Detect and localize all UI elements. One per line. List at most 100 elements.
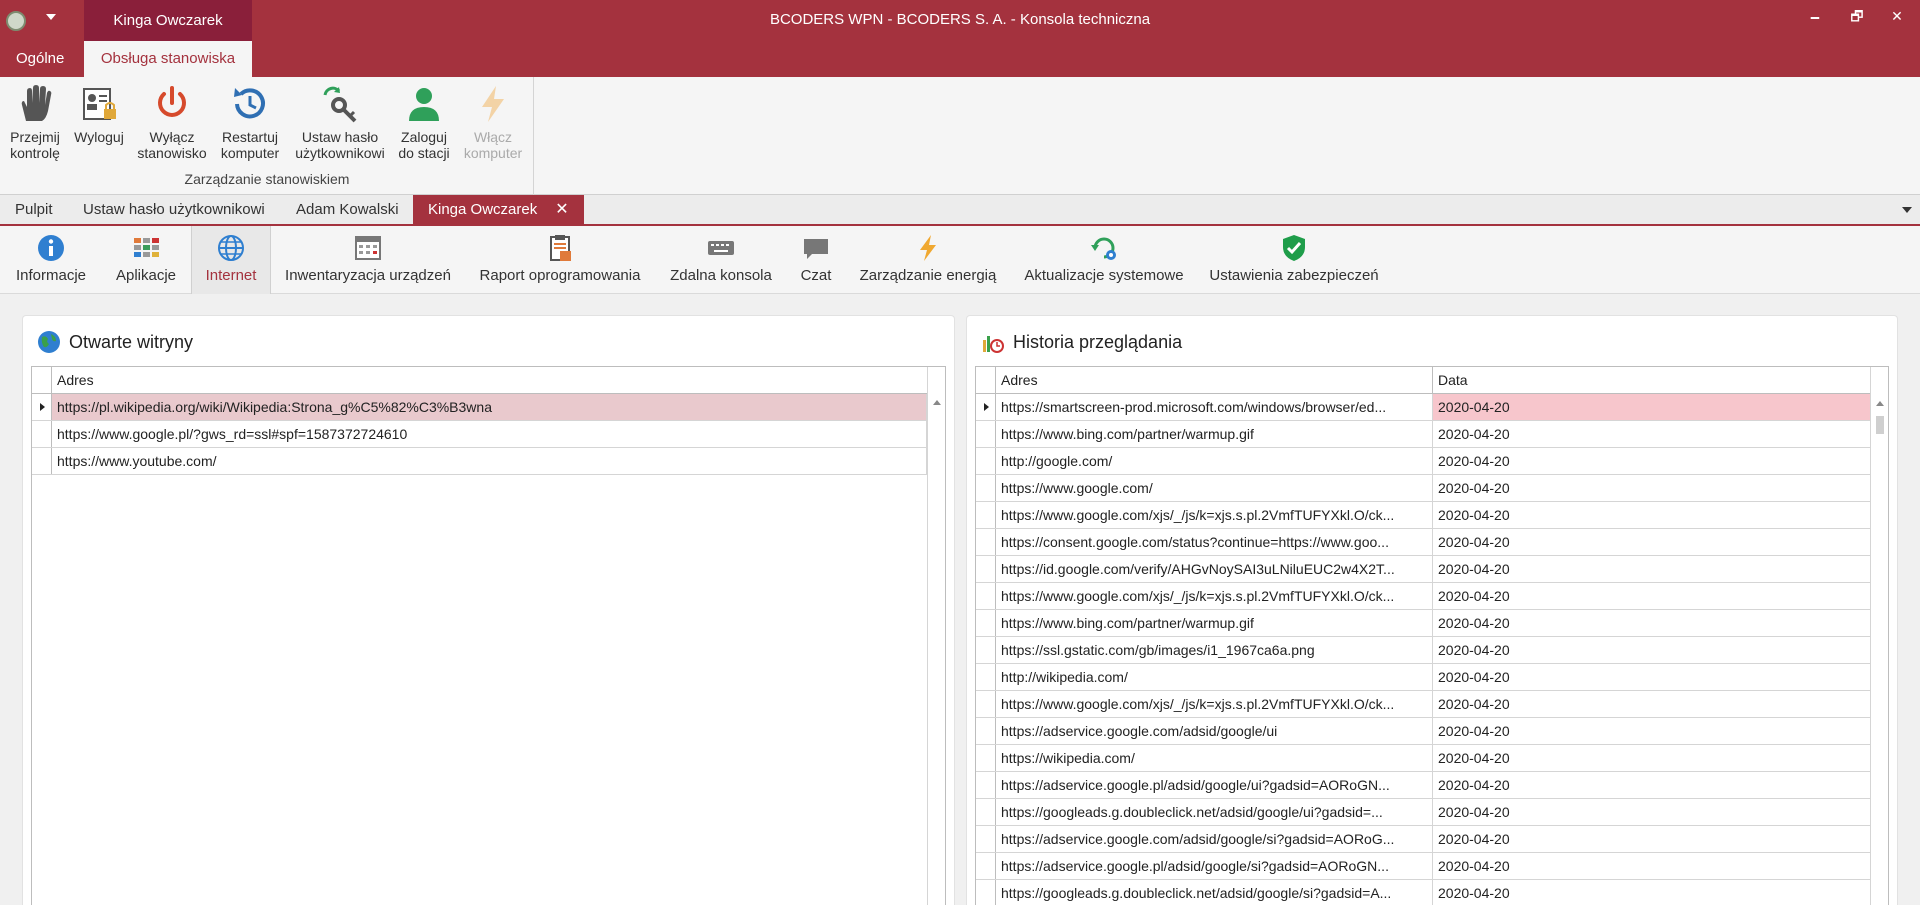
cell-adres[interactable]: http://wikipedia.com/ [996, 664, 1433, 690]
table-row[interactable]: https://www.youtube.com/ [32, 448, 927, 475]
history-scrollbar[interactable] [1870, 367, 1888, 905]
cell-data[interactable]: 2020-04-20 [1433, 421, 1871, 447]
doc-tab-adam-kowalski[interactable]: Adam Kowalski [281, 195, 414, 224]
cell-data[interactable]: 2020-04-20 [1433, 691, 1871, 717]
cell-adres[interactable]: https://www.google.com/ [996, 475, 1433, 501]
open-sites-scrollbar[interactable] [927, 367, 945, 905]
table-row[interactable]: https://www.bing.com/partner/warmup.gif 2… [976, 421, 1871, 448]
scroll-up-icon[interactable] [1876, 401, 1884, 406]
table-row[interactable]: https://adservice.google.com/adsid/googl… [976, 718, 1871, 745]
tool-energia[interactable]: Zarządzanie energią [854, 226, 1002, 294]
doc-tab-set-password[interactable]: Ustaw hasło użytkownikowi [68, 195, 280, 224]
shutdown-button[interactable]: Wyłącz stanowisko [132, 83, 212, 161]
table-row[interactable]: https://id.google.com/verify/AHGvNoySAI3… [976, 556, 1871, 583]
table-row[interactable]: https://smartscreen-prod.microsoft.com/w… [976, 394, 1871, 421]
cell-data[interactable]: 2020-04-20 [1433, 394, 1871, 420]
table-row[interactable]: https://ssl.gstatic.com/gb/images/i1_196… [976, 637, 1871, 664]
table-row[interactable]: https://www.google.com/xjs/_/js/k=xjs.s.… [976, 502, 1871, 529]
cell-adres[interactable]: https://adservice.google.pl/adsid/google… [996, 853, 1433, 879]
take-control-label-2: kontrolę [10, 145, 60, 161]
table-row[interactable]: https://googleads.g.doubleclick.net/adsi… [976, 880, 1871, 905]
table-row[interactable]: https://adservice.google.pl/adsid/google… [976, 772, 1871, 799]
power-on-button[interactable]: Włącz komputer [458, 83, 528, 161]
cell-adres[interactable]: https://smartscreen-prod.microsoft.com/w… [996, 394, 1433, 420]
cell-data[interactable]: 2020-04-20 [1433, 475, 1871, 501]
restore-button[interactable]: 🗗 [1842, 4, 1872, 28]
cell-adres[interactable]: http://google.com/ [996, 448, 1433, 474]
table-row[interactable]: https://www.bing.com/partner/warmup.gif 2… [976, 610, 1871, 637]
cell-data[interactable]: 2020-04-20 [1433, 583, 1871, 609]
table-row[interactable]: https://www.google.pl/?gws_rd=ssl#spf=15… [32, 421, 927, 448]
cell-data[interactable]: 2020-04-20 [1433, 880, 1871, 905]
tool-zdalna-konsola[interactable]: Zdalna konsola [664, 226, 778, 294]
column-header-adres[interactable]: Adres [52, 367, 945, 393]
cell-data[interactable]: 2020-04-20 [1433, 799, 1871, 825]
minimize-button[interactable]: 🗕 [1800, 4, 1830, 28]
table-row[interactable]: https://www.google.com/xjs/_/js/k=xjs.s.… [976, 691, 1871, 718]
cell-adres[interactable]: https://wikipedia.com/ [996, 745, 1433, 771]
tool-aplikacje[interactable]: Aplikacje [104, 226, 188, 294]
take-control-button[interactable]: Przejmij kontrolę [6, 83, 64, 161]
cell-data[interactable]: 2020-04-20 [1433, 718, 1871, 744]
cell-data[interactable]: 2020-04-20 [1433, 664, 1871, 690]
tool-czat[interactable]: Czat [792, 226, 840, 294]
cell-data[interactable]: 2020-04-20 [1433, 853, 1871, 879]
table-row[interactable]: https://www.google.com/xjs/_/js/k=xjs.s.… [976, 583, 1871, 610]
cell-data[interactable]: 2020-04-20 [1433, 502, 1871, 528]
table-row[interactable]: https://wikipedia.com/2020-04-20 [976, 745, 1871, 772]
cell-adres[interactable]: https://googleads.g.doubleclick.net/adsi… [996, 880, 1433, 905]
cell-adres[interactable]: https://www.google.com/xjs/_/js/k=xjs.s.… [996, 502, 1433, 528]
ribbon-tab-ogolne[interactable]: Ogólne [0, 41, 80, 77]
cell-adres[interactable]: https://www.bing.com/partner/warmup.gif [996, 421, 1433, 447]
tabs-dropdown-icon[interactable] [1902, 207, 1912, 213]
cell-data[interactable]: 2020-04-20 [1433, 529, 1871, 555]
column-header-data[interactable]: Data [1433, 367, 1871, 393]
cell-adres[interactable]: https://www.google.pl/?gws_rd=ssl#spf=15… [52, 421, 927, 447]
cell-adres[interactable]: https://googleads.g.doubleclick.net/adsi… [996, 799, 1433, 825]
cell-adres[interactable]: https://adservice.google.pl/adsid/google… [996, 772, 1433, 798]
table-row[interactable]: https://adservice.google.pl/adsid/google… [976, 853, 1871, 880]
table-row[interactable]: https://consent.google.com/status?contin… [976, 529, 1871, 556]
table-row[interactable]: https://pl.wikipedia.org/wiki/Wikipedia:… [32, 394, 927, 421]
cell-adres[interactable]: https://www.bing.com/partner/warmup.gif [996, 610, 1433, 636]
scrollbar-thumb[interactable] [1876, 416, 1884, 434]
set-password-button[interactable]: Ustaw hasło użytkownikowi [290, 83, 390, 161]
cell-adres[interactable]: https://pl.wikipedia.org/wiki/Wikipedia:… [52, 394, 927, 420]
close-button[interactable]: ✕ [1882, 4, 1912, 28]
cell-data[interactable]: 2020-04-20 [1433, 826, 1871, 852]
cell-data[interactable]: 2020-04-20 [1433, 637, 1871, 663]
close-tab-icon[interactable]: ✕ [555, 201, 568, 218]
tool-raport[interactable]: Raport oprogramowania [472, 226, 648, 294]
tool-zabezpieczenia[interactable]: Ustawienia zabezpieczeń [1206, 226, 1382, 294]
restart-button[interactable]: Restartuj komputer [214, 83, 286, 161]
table-row[interactable]: https://www.google.com/2020-04-20 [976, 475, 1871, 502]
login-station-button[interactable]: Zaloguj do stacji [392, 83, 456, 161]
tool-internet[interactable]: Internet [191, 226, 271, 294]
cell-adres[interactable]: https://id.google.com/verify/AHGvNoySAI3… [996, 556, 1433, 582]
scroll-up-icon[interactable] [933, 400, 941, 405]
doc-tab-pulpit[interactable]: Pulpit [0, 195, 68, 224]
cell-adres[interactable]: https://adservice.google.com/adsid/googl… [996, 826, 1433, 852]
cell-adres[interactable]: https://consent.google.com/status?contin… [996, 529, 1433, 555]
cell-data[interactable]: 2020-04-20 [1433, 448, 1871, 474]
tool-aktualizacje[interactable]: Aktualizacje systemowe [1016, 226, 1192, 294]
column-header-adres[interactable]: Adres [996, 367, 1433, 393]
cell-data[interactable]: 2020-04-20 [1433, 556, 1871, 582]
cell-adres[interactable]: https://www.google.com/xjs/_/js/k=xjs.s.… [996, 691, 1433, 717]
tool-informacje[interactable]: Informacje [8, 226, 94, 294]
logout-button[interactable]: Wyloguj [70, 83, 128, 145]
ribbon-tab-obsluga[interactable]: Obsługa stanowiska [84, 41, 252, 77]
table-row[interactable]: http://google.com/2020-04-20 [976, 448, 1871, 475]
cell-adres[interactable]: https://www.youtube.com/ [52, 448, 927, 474]
cell-adres[interactable]: https://www.google.com/xjs/_/js/k=xjs.s.… [996, 583, 1433, 609]
doc-tab-kinga-owczarek[interactable]: Kinga Owczarek ✕ [413, 195, 584, 224]
cell-data[interactable]: 2020-04-20 [1433, 745, 1871, 771]
table-row[interactable]: https://googleads.g.doubleclick.net/adsi… [976, 799, 1871, 826]
tool-inwentaryzacja[interactable]: Inwentaryzacja urządzeń [280, 226, 456, 294]
table-row[interactable]: https://adservice.google.com/adsid/googl… [976, 826, 1871, 853]
cell-adres[interactable]: https://ssl.gstatic.com/gb/images/i1_196… [996, 637, 1433, 663]
cell-data[interactable]: 2020-04-20 [1433, 772, 1871, 798]
cell-adres[interactable]: https://adservice.google.com/adsid/googl… [996, 718, 1433, 744]
cell-data[interactable]: 2020-04-20 [1433, 610, 1871, 636]
table-row[interactable]: http://wikipedia.com/2020-04-20 [976, 664, 1871, 691]
